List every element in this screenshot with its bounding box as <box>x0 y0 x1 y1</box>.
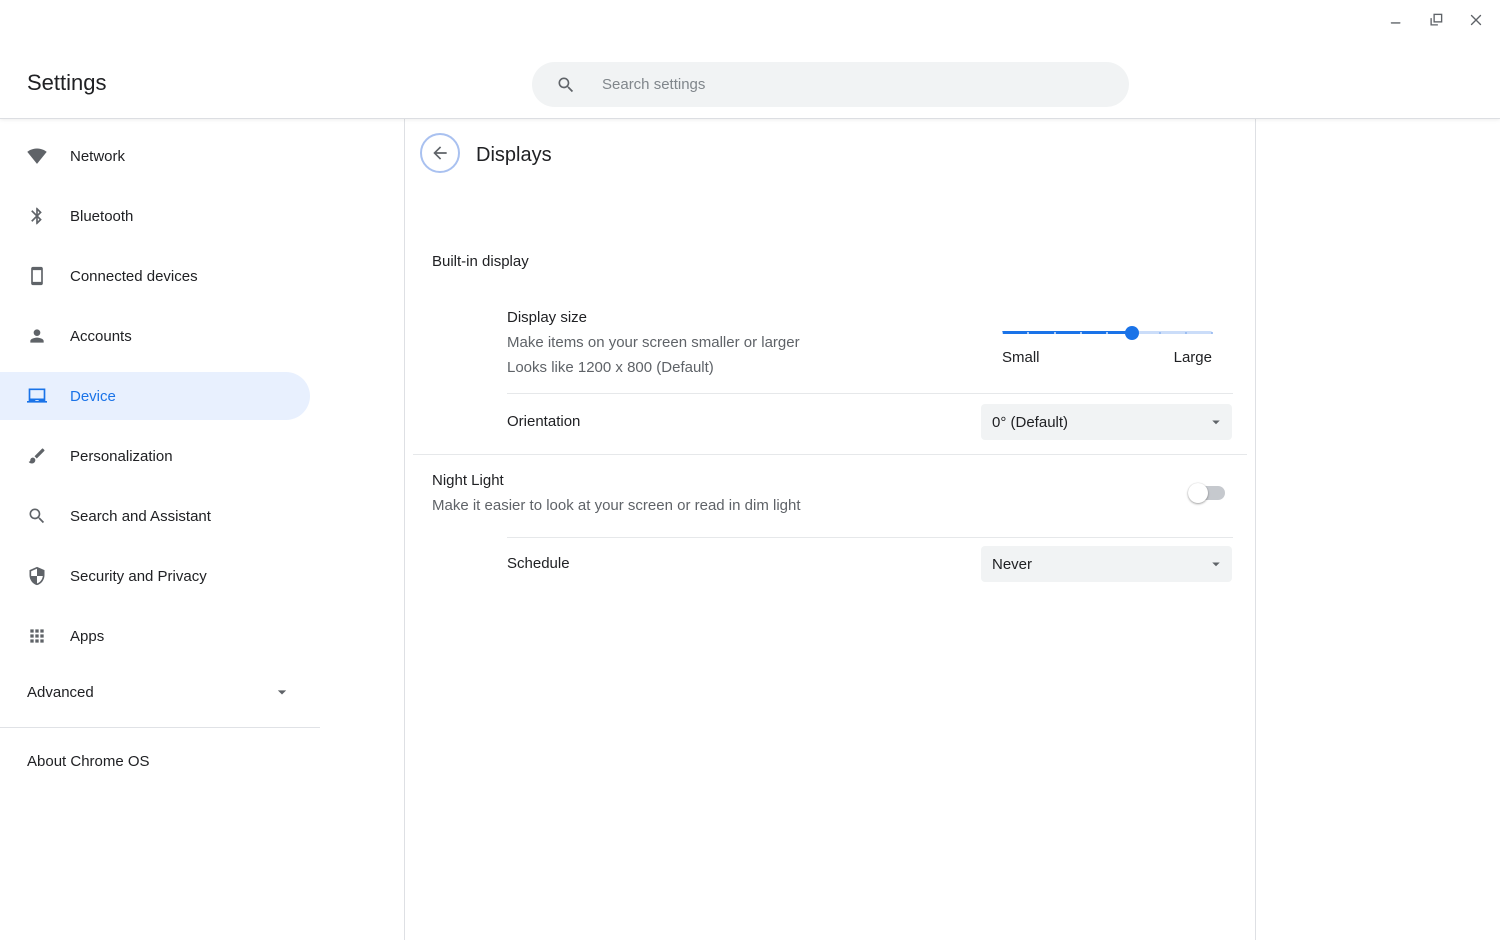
wifi-icon <box>27 146 47 166</box>
bluetooth-icon <box>27 206 47 226</box>
display-size-text: Display size Make items on your screen s… <box>507 305 800 380</box>
sidebar-item-label: Bluetooth <box>70 208 133 225</box>
minimize-button[interactable] <box>1376 4 1416 36</box>
separator <box>507 393 1233 394</box>
display-size-slider-thumb[interactable] <box>1125 326 1139 340</box>
displays-page: Displays Built-in display Display size M… <box>404 119 1256 940</box>
orientation-label: Orientation <box>507 413 580 430</box>
page-title: Displays <box>476 144 552 167</box>
night-light-description: Make it easier to look at your screen or… <box>432 497 801 514</box>
chevron-down-icon <box>1207 555 1225 573</box>
section-title: Built-in display <box>432 253 529 270</box>
display-size-slider-markers <box>1002 325 1212 340</box>
display-size-slider-labels: Small Large <box>1002 349 1212 366</box>
sidebar-item-label: Connected devices <box>70 268 198 285</box>
sidebar-item-network[interactable]: Network <box>0 126 404 186</box>
display-size-title: Display size <box>507 305 800 330</box>
night-light-toggle[interactable] <box>1191 486 1225 500</box>
separator <box>413 454 1247 455</box>
sidebar-item-label: Accounts <box>70 328 132 345</box>
search-bar[interactable] <box>532 62 1129 107</box>
sidebar-item-personalization[interactable]: Personalization <box>0 426 404 486</box>
brush-icon <box>27 446 47 466</box>
sidebar-item-search-and-assistant[interactable]: Search and Assistant <box>0 486 404 546</box>
orientation-dropdown[interactable]: 0° (Default) <box>981 404 1232 440</box>
orientation-value: 0° (Default) <box>992 414 1068 431</box>
close-icon <box>1467 11 1485 29</box>
back-button[interactable] <box>420 133 460 173</box>
chevron-down-icon <box>1207 413 1225 431</box>
sidebar-item-accounts[interactable]: Accounts <box>0 306 404 366</box>
sidebar-item-label: Security and Privacy <box>70 568 207 585</box>
window-controls <box>1376 4 1496 36</box>
schedule-value: Never <box>992 556 1032 573</box>
sidebar-item-device[interactable]: Device <box>0 366 404 426</box>
minimize-icon <box>1387 11 1405 29</box>
sidebar-item-label: Personalization <box>70 448 173 465</box>
sidebar-item-label: Device <box>70 388 116 405</box>
display-size-description: Make items on your screen smaller or lar… <box>507 330 800 355</box>
person-icon <box>27 326 47 346</box>
shield-icon <box>27 566 47 586</box>
smartphone-icon <box>27 266 47 286</box>
sidebar-item-security-and-privacy[interactable]: Security and Privacy <box>0 546 404 606</box>
sidebar-item-apps[interactable]: Apps <box>0 606 404 666</box>
sidebar-item-about-chrome-os[interactable]: About Chrome OS <box>0 741 320 781</box>
night-light-title: Night Light <box>432 472 504 489</box>
app-title: Settings <box>27 70 107 96</box>
arrow-back-icon <box>430 143 450 163</box>
advanced-label: Advanced <box>27 684 94 701</box>
restore-icon <box>1427 11 1445 29</box>
search-input[interactable] <box>602 76 1129 93</box>
night-light-toggle-thumb[interactable] <box>1188 483 1208 503</box>
chevron-down-icon <box>272 682 292 702</box>
sidebar-advanced-toggle[interactable]: Advanced <box>0 672 310 712</box>
sidebar-divider <box>0 727 320 728</box>
sidebar-item-connected-devices[interactable]: Connected devices <box>0 246 404 306</box>
display-size-current-value: Looks like 1200 x 800 (Default) <box>507 355 800 380</box>
sidebar: Network Bluetooth Connected devices Acco… <box>0 119 404 940</box>
sidebar-item-bluetooth[interactable]: Bluetooth <box>0 186 404 246</box>
laptop-icon <box>27 386 47 406</box>
slider-max-label: Large <box>1174 349 1212 366</box>
restore-button[interactable] <box>1416 4 1456 36</box>
schedule-dropdown[interactable]: Never <box>981 546 1232 582</box>
search-icon <box>27 506 47 526</box>
topbar: Settings <box>0 0 1500 119</box>
slider-min-label: Small <box>1002 349 1040 366</box>
close-button[interactable] <box>1456 4 1496 36</box>
sidebar-item-label: Network <box>70 148 125 165</box>
sidebar-item-label: Apps <box>70 628 104 645</box>
schedule-label: Schedule <box>507 555 570 572</box>
search-icon <box>556 75 576 95</box>
apps-grid-icon <box>27 626 47 646</box>
display-size-slider[interactable] <box>1002 325 1212 340</box>
about-label: About Chrome OS <box>27 753 150 770</box>
sidebar-item-label: Search and Assistant <box>70 508 211 525</box>
sidebar-list: Network Bluetooth Connected devices Acco… <box>0 126 404 666</box>
separator <box>507 537 1233 538</box>
